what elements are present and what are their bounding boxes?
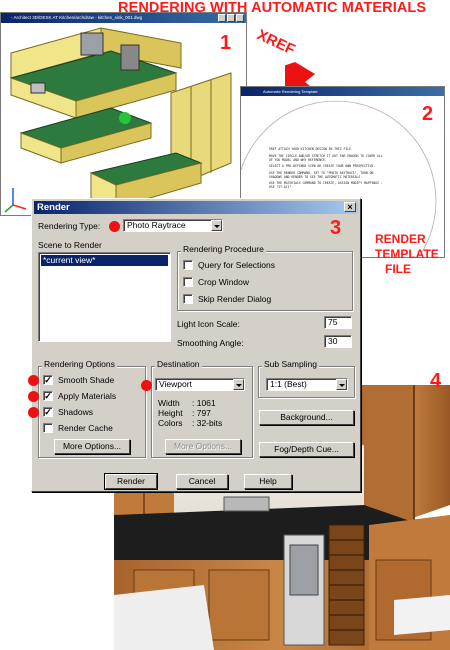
smoothing-angle-input[interactable]: 30	[324, 335, 352, 348]
query-selections-checkbox[interactable]	[183, 260, 193, 270]
width-label: Width	[158, 398, 180, 408]
skip-render-dialog-label: Skip Render Dialog	[198, 294, 272, 304]
highlight-dot-icon	[141, 380, 152, 391]
render-button[interactable]: Render	[104, 473, 158, 490]
fog-depth-cue-button[interactable]: Fog/Depth Cue...	[259, 442, 354, 457]
instruction-line: XREF ATTACH YOUR KITCHEN DESIGN IN THIS …	[269, 147, 353, 151]
rendering-options-title: Rendering Options	[42, 359, 117, 369]
apply-materials-checkbox[interactable]: ✓	[43, 391, 53, 401]
sub-sampling-select[interactable]: 1:1 (Best)	[266, 378, 348, 391]
destination-select[interactable]: Viewport	[155, 378, 245, 391]
template-window-titlebar[interactable]: Automatic Rendering Template	[241, 87, 444, 96]
close-button[interactable]	[236, 14, 244, 22]
smoothing-angle-label: Smoothing Angle:	[177, 338, 244, 348]
render-cache-label: Render Cache	[58, 423, 113, 433]
template-instructions: XREF ATTACH YOUR KITCHEN DESIGN IN THIS …	[269, 147, 387, 192]
cancel-button[interactable]: Cancel	[176, 474, 228, 489]
dialog-close-button[interactable]: ×	[344, 202, 356, 212]
skip-render-dialog-checkbox[interactable]	[183, 294, 193, 304]
rendering-type-select[interactable]: Photo Raytrace	[123, 219, 223, 232]
highlight-dot-icon	[109, 221, 120, 232]
scene-list[interactable]: *current view*	[38, 252, 171, 342]
render-template-file-label: RENDER TEMPLATE FILE	[375, 232, 439, 277]
scene-list-item[interactable]: *current view*	[41, 255, 168, 266]
chevron-down-icon[interactable]	[336, 379, 347, 390]
apply-materials-label: Apply Materials	[58, 391, 117, 401]
instruction-line: SELECT A PRE-DEFINED VIEW OR CREATE YOUR…	[269, 164, 376, 168]
highlight-dot-icon	[28, 375, 39, 386]
marker-3: 3	[330, 217, 342, 239]
destination-more-options-button[interactable]: More Options...	[165, 439, 241, 454]
colors-value: : 32-bits	[192, 418, 223, 428]
smooth-shade-checkbox[interactable]: ✓	[43, 375, 53, 385]
render-cache-checkbox[interactable]	[43, 423, 53, 433]
render-template-line: RENDER	[375, 232, 426, 246]
shadows-label: Shadows	[58, 407, 93, 417]
height-value: : 797	[192, 408, 211, 418]
kitchen-3d-model	[1, 23, 246, 215]
background-button[interactable]: Background...	[259, 410, 354, 425]
destination-title: Destination	[155, 359, 202, 369]
crop-window-checkbox[interactable]	[183, 277, 193, 287]
crop-window-label: Crop Window	[198, 277, 250, 287]
scene-to-render-label: Scene to Render	[38, 240, 102, 250]
instruction-line: USE THE RENDER COMMAND, SET TO "PHOTO RA…	[269, 170, 374, 179]
drawing-window[interactable]: - Architect 3D/DESK AT Kitchen/archdraw …	[0, 12, 247, 216]
drawing-window-titlebar[interactable]: - Architect 3D/DESK AT Kitchen/archdraw …	[1, 13, 246, 23]
destination-value: Viewport	[159, 379, 192, 389]
highlight-dot-icon	[28, 391, 39, 402]
maximize-button[interactable]	[227, 14, 235, 22]
sub-sampling-value: 1:1 (Best)	[270, 379, 307, 389]
colors-label: Colors	[158, 418, 183, 428]
smooth-shade-label: Smooth Shade	[58, 375, 115, 385]
height-label: Height	[158, 408, 183, 418]
highlight-dot-icon	[28, 407, 39, 418]
light-icon-scale-input[interactable]: 75	[324, 316, 352, 329]
light-icon-scale-label: Light Icon Scale:	[177, 319, 240, 329]
sub-sampling-title: Sub Sampling	[262, 359, 319, 369]
query-selections-label: Query for Selections	[198, 260, 276, 270]
marker-2: 2	[422, 103, 434, 125]
rendering-more-options-button[interactable]: More Options...	[54, 439, 130, 454]
chevron-down-icon[interactable]	[211, 220, 222, 231]
rendering-type-label: Rendering Type:	[38, 221, 101, 231]
instruction-line: USE THE MATERIALS COMMAND TO CREATE, ASS…	[269, 181, 383, 189]
minimize-button[interactable]	[218, 14, 226, 22]
chevron-down-icon[interactable]	[233, 379, 244, 390]
instruction-line: MOVE THE CIRCLE AND/OR STRETCH IT OUT FA…	[269, 153, 383, 162]
rendering-procedure-title: Rendering Procedure	[181, 244, 266, 254]
shadows-checkbox[interactable]: ✓	[43, 407, 53, 417]
render-dialog[interactable]: Render × 3 Rendering Type: Photo Raytrac…	[28, 198, 361, 492]
marker-4: 4	[430, 370, 442, 392]
marker-1: 1	[220, 32, 232, 54]
help-button[interactable]: Help	[244, 474, 292, 489]
width-value: : 1061	[192, 398, 216, 408]
render-dialog-title: Render	[34, 201, 358, 214]
xref-label: XREF	[254, 26, 298, 59]
render-template-line: TEMPLATE	[375, 247, 439, 261]
render-template-line: FILE	[385, 262, 411, 276]
rendering-type-value: Photo Raytrace	[127, 220, 186, 230]
